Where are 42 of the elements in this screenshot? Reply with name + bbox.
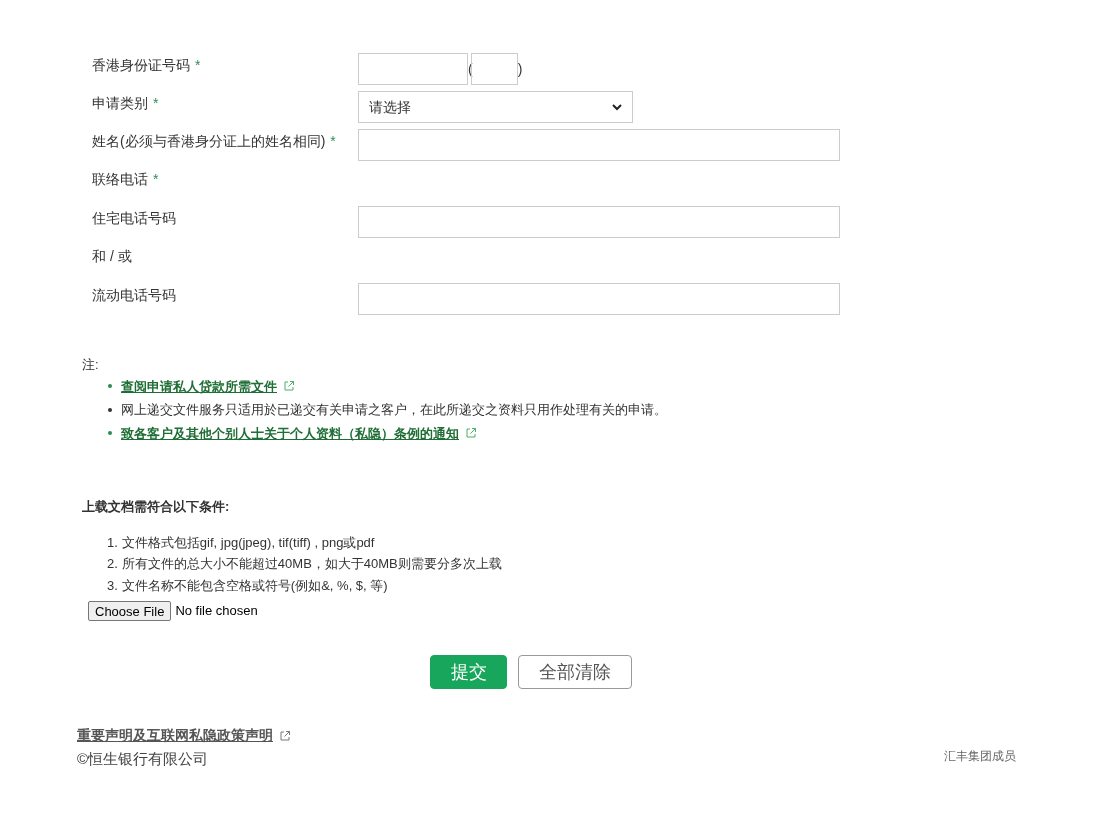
note-link[interactable]: 查阅申请私人贷款所需文件 bbox=[121, 376, 277, 396]
category-dropdown[interactable]: 请选择 bbox=[358, 91, 633, 123]
field-label: 流动电话号码 bbox=[92, 287, 176, 303]
note-text: 网上递交文件服务只适用於已递交有关申请之客户，在此所递交之资料只用作处理有关的申请。 bbox=[121, 401, 667, 419]
copyright-text: ©恒生银行有限公司 bbox=[77, 749, 210, 769]
required-mark: * bbox=[153, 171, 159, 187]
required-mark: * bbox=[153, 95, 159, 111]
paren-text: ) bbox=[517, 59, 523, 79]
field-label: 联络电话 bbox=[92, 171, 148, 187]
condition-text: 文件名称不能包含空格或符号(例如&, %, $, 等) bbox=[121, 576, 388, 595]
condition-number: 3. bbox=[107, 576, 118, 595]
required-mark: * bbox=[195, 57, 201, 73]
external-link-icon bbox=[283, 380, 295, 393]
bullet-icon bbox=[108, 384, 112, 389]
condition-text: 所有文件的总大小不能超过40MB，如大于40MB则需要分多次上载 bbox=[121, 555, 502, 573]
text-field[interactable] bbox=[358, 283, 840, 315]
notes-title: 注: bbox=[82, 356, 100, 374]
field-label: 香港身份证号码 bbox=[92, 57, 190, 73]
field-label: 申请类别 bbox=[92, 95, 148, 111]
condition-text: 文件格式包括gif, jpg(jpeg), tif(tiff) , png或pdf bbox=[121, 533, 375, 552]
field-label: 住宅电话号码 bbox=[92, 210, 176, 226]
bullet-icon bbox=[108, 431, 112, 436]
external-link-icon bbox=[279, 729, 291, 742]
text-field[interactable] bbox=[358, 129, 840, 161]
choose-file-button[interactable]: Choose File bbox=[88, 601, 172, 621]
chevron-down-icon bbox=[612, 103, 622, 111]
upload-title: 上载文档需符合以下条件: bbox=[82, 498, 231, 516]
file-status-text: No file chosen bbox=[175, 602, 258, 621]
condition-number: 1. bbox=[107, 533, 118, 552]
bullet-icon bbox=[108, 407, 112, 412]
id-number-field[interactable] bbox=[358, 53, 468, 85]
field-label: 姓名(必须与香港身分证上的姓名相同) bbox=[92, 133, 326, 149]
policy-link[interactable]: 重要声明及互联网私隐政策声明 bbox=[77, 725, 273, 746]
required-mark: * bbox=[330, 133, 336, 149]
external-link-icon bbox=[465, 427, 477, 440]
condition-number: 2. bbox=[107, 555, 118, 573]
field-label: 和 / 或 bbox=[92, 248, 132, 264]
id-check-digit-field[interactable] bbox=[470, 53, 518, 85]
text-field[interactable] bbox=[358, 206, 840, 238]
clear-button[interactable]: 全部清除 bbox=[518, 655, 632, 689]
note-link[interactable]: 致各客户及其他个别人士关于个人资料（私隐）条例的通知 bbox=[121, 423, 459, 443]
group-member-text: 汇丰集团成员 bbox=[944, 747, 1016, 765]
